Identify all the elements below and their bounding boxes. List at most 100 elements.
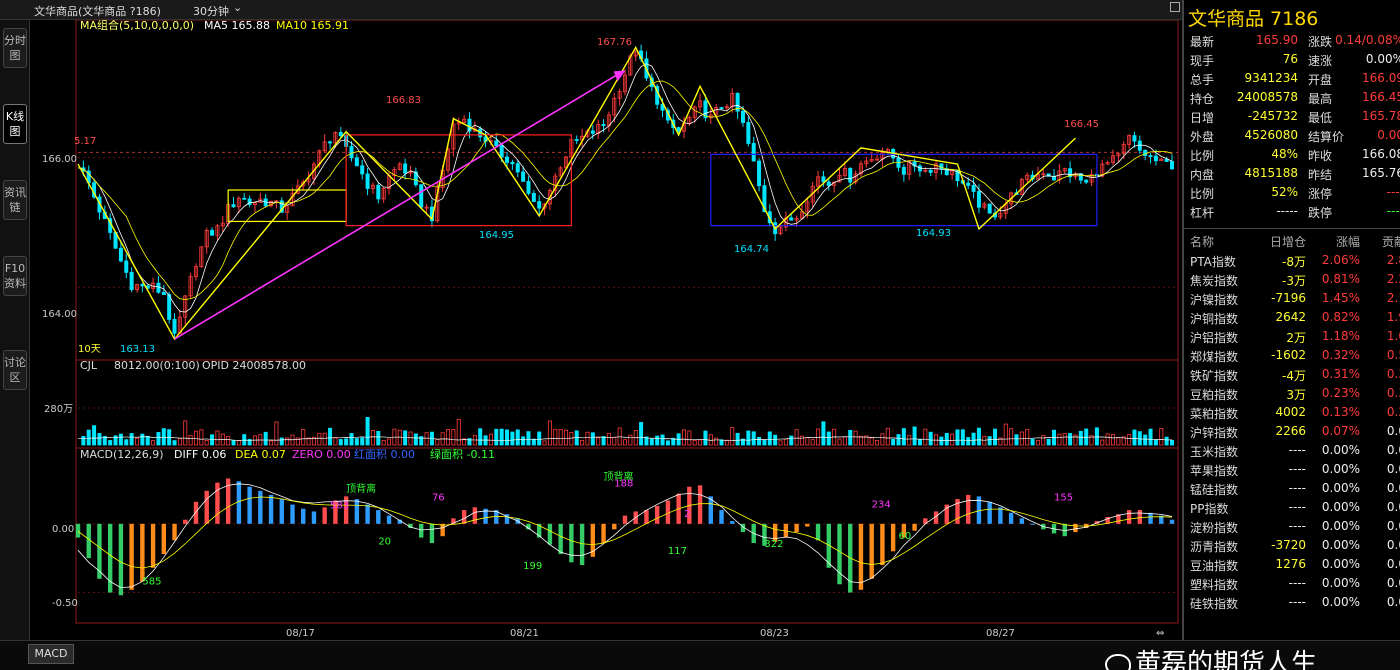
- quote-label: 日增: [1190, 111, 1215, 125]
- volume-bar: [585, 431, 590, 446]
- candle-body: [510, 162, 515, 165]
- column-header[interactable]: 涨幅: [1336, 233, 1360, 250]
- macd-bar: [558, 523, 563, 555]
- row-change: 0.00%: [1321, 500, 1360, 514]
- candle-body: [1153, 155, 1158, 162]
- macd-annotation: 117: [668, 546, 687, 557]
- table-row[interactable]: 沥青指数 -3720 0.00% 0.0: [1184, 536, 1400, 555]
- table-row[interactable]: 玉米指数 ---- 0.00% 0.0: [1184, 441, 1400, 460]
- row-contribution: 0.0: [1386, 519, 1400, 533]
- row-name: 沪铝指数: [1190, 331, 1239, 345]
- tab-timeshare[interactable]: 分时图: [3, 28, 27, 68]
- macd-bar: [268, 494, 274, 524]
- macd-bar: [890, 523, 896, 552]
- volume-bar: [1111, 434, 1116, 446]
- table-row[interactable]: 焦炭指数 -3万 0.81% 2.2: [1184, 270, 1400, 289]
- macd-legend-label[interactable]: MACD(12,26,9): [80, 448, 164, 461]
- candle-body: [1084, 179, 1089, 183]
- row-name: 锰硅指数: [1190, 483, 1239, 497]
- volume-bar: [370, 430, 375, 446]
- column-header[interactable]: 日增仓: [1270, 233, 1306, 250]
- ma10-value: MA10 165.91: [276, 20, 349, 32]
- volume-bar: [301, 429, 306, 446]
- table-row[interactable]: 硅铁指数 ---- 0.00% 0.0: [1184, 593, 1400, 612]
- period-selector[interactable]: 30分钟: [193, 3, 229, 19]
- quote-label: 内盘: [1190, 168, 1215, 182]
- volume-bar: [215, 430, 220, 446]
- table-row[interactable]: 锰硅指数 ---- 0.00% 0.0: [1184, 479, 1400, 498]
- volume-bar: [724, 439, 729, 446]
- table-row[interactable]: 塑料指数 ---- 0.00% 0.0: [1184, 574, 1400, 593]
- volume-bar: [145, 435, 150, 446]
- macd-bar: [183, 519, 188, 524]
- scroll-icon[interactable]: ⇔: [1156, 628, 1164, 639]
- window-restore-icon[interactable]: [1170, 2, 1180, 12]
- price-tick-166: 166.00: [42, 154, 77, 165]
- volume-bar: [564, 429, 569, 446]
- table-row[interactable]: 沪锌指数 2266 0.07% 0.0: [1184, 422, 1400, 441]
- volume-bar: [193, 430, 198, 446]
- macd-bar: [547, 523, 553, 545]
- table-row[interactable]: 菜粕指数 4002 0.13% 0.2: [1184, 403, 1400, 422]
- main-legend[interactable]: MA组合(5,10,0,0,0,0): [80, 20, 194, 32]
- row-position-change: ----: [1288, 481, 1306, 495]
- candle-body: [574, 139, 579, 141]
- quote-label: 涨跌: [1308, 35, 1333, 49]
- candle-body: [161, 291, 166, 295]
- table-row[interactable]: 沪铜指数 2642 0.82% 1.9: [1184, 308, 1400, 327]
- row-contribution: 0.3: [1386, 367, 1400, 381]
- volume-bar: [762, 439, 767, 446]
- table-row[interactable]: 郑煤指数 -1602 0.32% 0.5: [1184, 346, 1400, 365]
- candle-body: [1137, 140, 1142, 151]
- volume-bar: [885, 427, 890, 446]
- row-position-change: ----: [1288, 443, 1306, 457]
- table-row[interactable]: PP指数 ---- 0.00% 0.0: [1184, 498, 1400, 517]
- row-name: 塑料指数: [1190, 578, 1239, 592]
- volume-bar: [92, 425, 97, 446]
- macd-annotation: 60: [899, 531, 912, 542]
- quote-label: 比例: [1190, 187, 1215, 201]
- tab-discussion[interactable]: 讨论区: [3, 350, 27, 390]
- label-left-edge: 5.17: [74, 136, 96, 147]
- table-row[interactable]: 苹果指数 ---- 0.00% 0.0: [1184, 460, 1400, 479]
- column-header[interactable]: 名称: [1190, 233, 1214, 250]
- volume-legend-label[interactable]: CJL: [80, 359, 98, 372]
- volume-bar: [917, 439, 922, 446]
- chart-area[interactable]: 585 顶背离 583 20 76 199 顶背离 188 2 117 322 234 60 155 MA…: [30, 20, 1182, 640]
- volume-bar: [966, 437, 971, 446]
- table-row[interactable]: PTA指数 -8万 2.06% 2.8: [1184, 251, 1400, 270]
- candle-body: [740, 110, 745, 123]
- candle-body: [901, 166, 906, 175]
- tab-macd[interactable]: MACD: [28, 644, 74, 664]
- table-row[interactable]: 豆粕指数 3万 0.23% 0.3: [1184, 384, 1400, 403]
- quote-value: ----: [1386, 204, 1400, 218]
- macd-bar: [654, 505, 660, 524]
- candle-body: [156, 282, 161, 293]
- row-position-change: 1276: [1275, 557, 1306, 571]
- tab-news-chain[interactable]: 资讯链: [3, 180, 27, 220]
- tab-f10[interactable]: F10资料: [3, 256, 27, 296]
- volume-bar: [397, 429, 402, 446]
- macd-bar: [461, 510, 467, 524]
- table-row[interactable]: 豆油指数 1276 0.00% 0.0: [1184, 555, 1400, 574]
- tab-kline[interactable]: K线图: [3, 104, 27, 144]
- column-header[interactable]: 贡献: [1382, 233, 1400, 250]
- volume-bar: [590, 432, 595, 446]
- table-row[interactable]: 铁矿指数 -4万 0.31% 0.3: [1184, 365, 1400, 384]
- macd-bar: [290, 504, 295, 524]
- macd-zero: ZERO 0.00: [292, 448, 351, 461]
- chevron-down-icon[interactable]: ⌄: [233, 1, 242, 14]
- candle-body: [129, 271, 134, 290]
- volume-bar: [580, 439, 585, 446]
- table-row[interactable]: 沪铝指数 2万 1.18% 1.0: [1184, 327, 1400, 346]
- table-row[interactable]: 沪镍指数 -7196 1.45% 2.1: [1184, 289, 1400, 308]
- macd-bar: [579, 523, 585, 566]
- macd-bar: [794, 523, 799, 533]
- volume-bar: [821, 421, 826, 446]
- volume-bar: [274, 421, 279, 446]
- volume-bar: [242, 434, 247, 446]
- table-row[interactable]: 淀粉指数 ---- 0.00% 0.0: [1184, 517, 1400, 536]
- quote-row: 比例 48% 昨收 166.08: [1184, 145, 1400, 164]
- volume-bar: [703, 430, 708, 446]
- macd-bar: [215, 482, 220, 524]
